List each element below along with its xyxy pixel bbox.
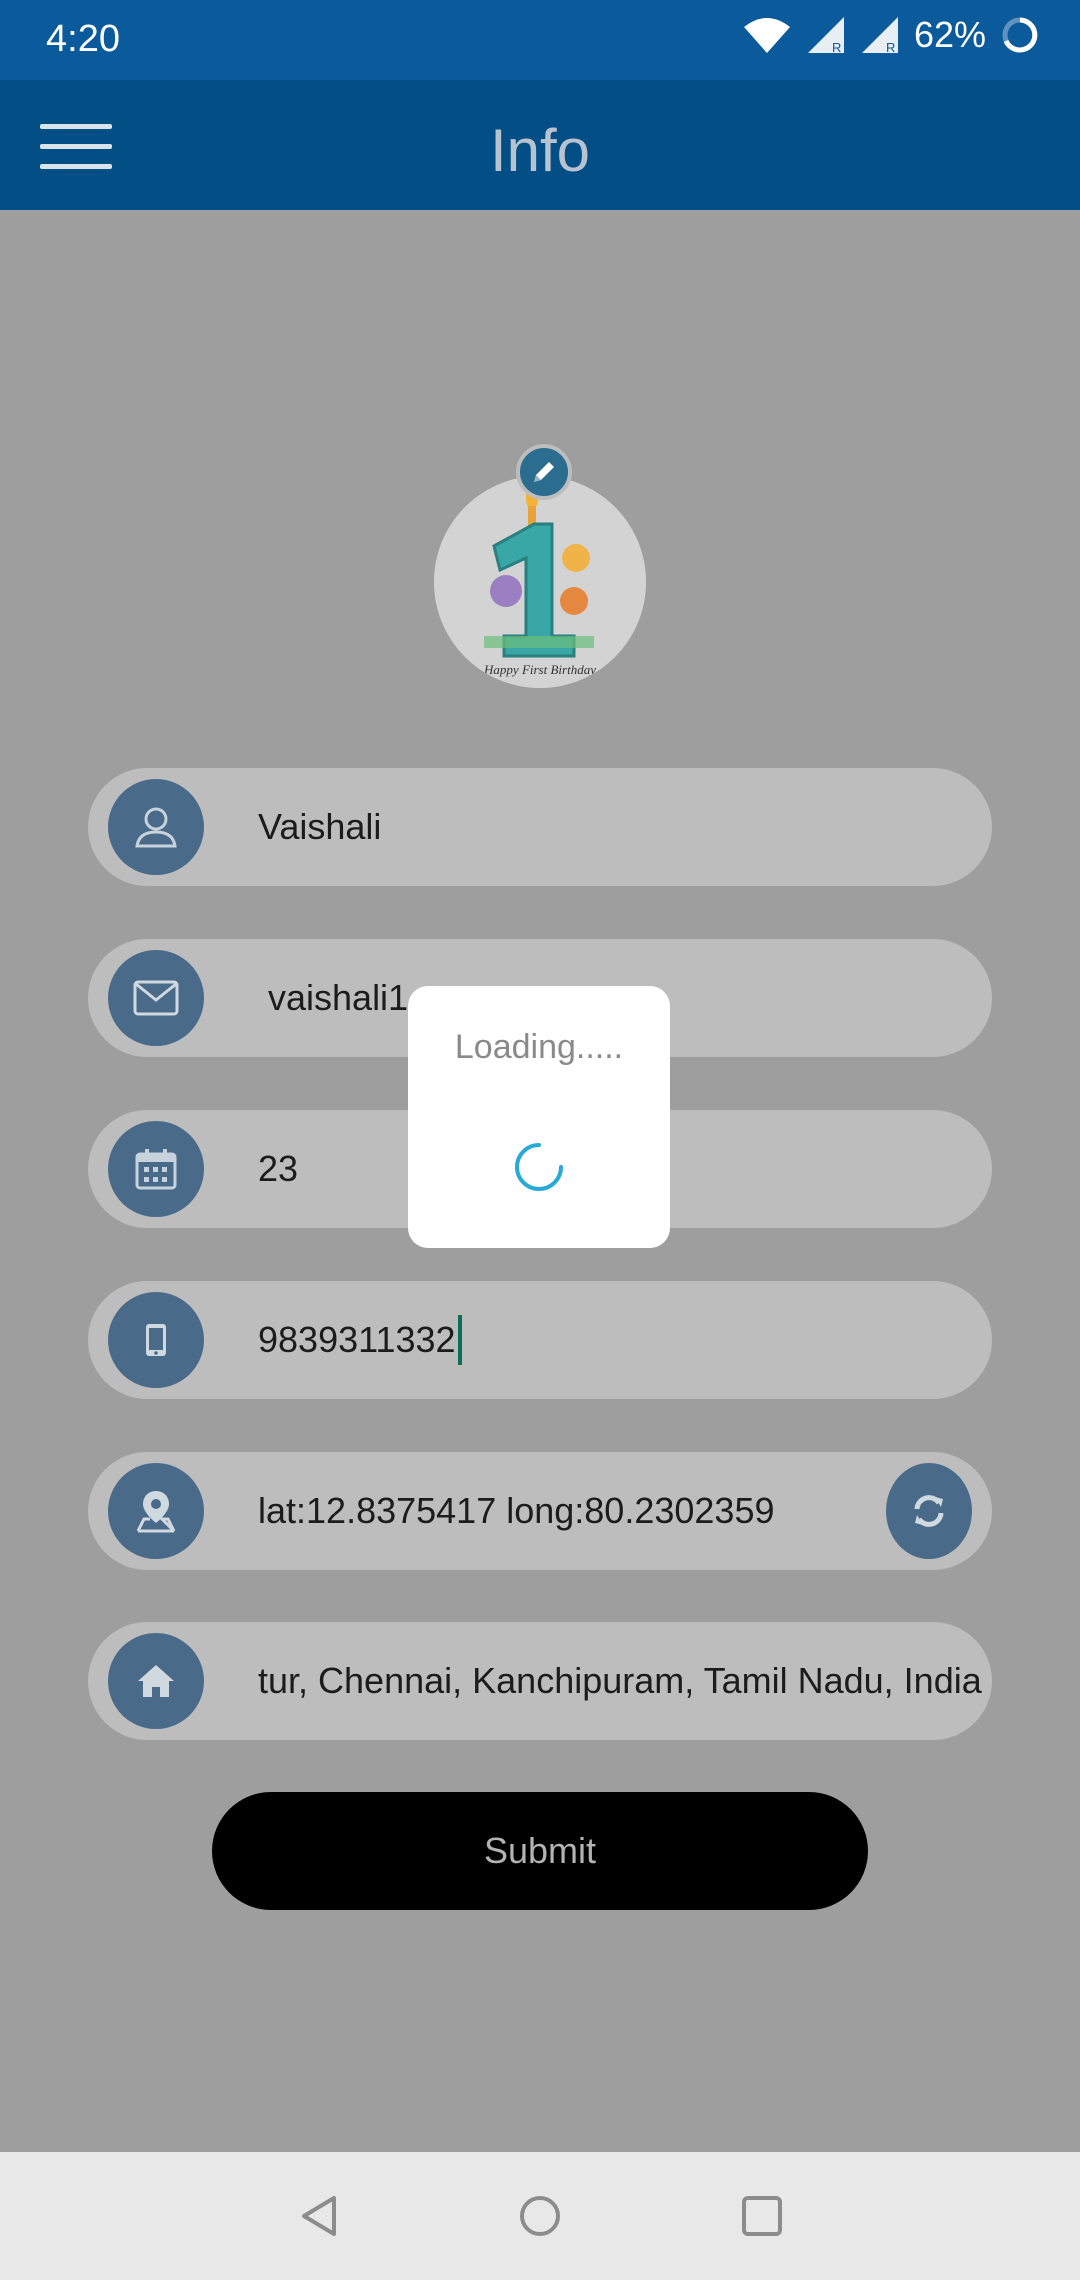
location-field[interactable]: lat:12.8375417 long:80.2302359 [88, 1452, 992, 1570]
loading-text: Loading..... [454, 1028, 624, 1066]
battery-ring-icon [1002, 17, 1038, 53]
name-field[interactable]: Vaishali [88, 768, 992, 886]
home-icon [138, 1665, 174, 1697]
back-triangle-icon[interactable] [296, 2192, 344, 2240]
status-bar: 4:20 R R 62% [0, 0, 1080, 80]
app-bar: Info [0, 80, 1080, 210]
mobile-icon-button [108, 1292, 204, 1388]
map-pin-icon-button [108, 1463, 204, 1559]
name-value: Vaishali [258, 806, 382, 847]
user-icon-button [108, 779, 204, 875]
svg-text:R: R [832, 40, 841, 55]
status-icons: R R 62% [742, 14, 1040, 56]
wifi-icon [743, 18, 790, 53]
calendar-icon [135, 1149, 177, 1190]
loading-dialog: Loading..... [408, 986, 670, 1248]
mobile-icon [146, 1324, 166, 1356]
svg-text:R: R [886, 40, 895, 55]
battery-percentage: 62% [913, 14, 986, 55]
status-time: 4:20 [46, 18, 120, 60]
home-icon-button [108, 1633, 204, 1729]
pencil-icon [534, 462, 554, 482]
calendar-icon-button [108, 1121, 204, 1217]
refresh-location-button[interactable] [886, 1463, 972, 1559]
page-title: Info [489, 117, 591, 184]
system-nav-bar [0, 2152, 1080, 2280]
signal-r-icon: R [861, 17, 898, 55]
loading-spinner-icon [515, 1143, 563, 1191]
map-pin-icon [136, 1491, 176, 1533]
text-caret [457, 1315, 462, 1365]
avatar-caption: Happy First Birthday [483, 662, 596, 677]
refresh-icon [914, 1495, 944, 1527]
phone-field[interactable]: 9839311332 [88, 1281, 992, 1399]
signal-r-icon: R [807, 17, 844, 55]
phone-value: 9839311332 [258, 1319, 456, 1360]
phone-input[interactable]: 9839311332 [258, 1281, 982, 1399]
edit-avatar-button[interactable] [516, 444, 572, 500]
address-field[interactable]: tur, Chennai, Kanchipuram, Tamil Nadu, I… [88, 1622, 992, 1740]
mail-icon-button [108, 950, 204, 1046]
recents-square-icon[interactable] [738, 2192, 786, 2240]
submit-button[interactable]: Submit [212, 1792, 868, 1910]
home-circle-icon[interactable] [516, 2192, 564, 2240]
profile-avatar[interactable]: Happy First Birthday [434, 476, 646, 688]
user-icon [135, 807, 177, 848]
mail-icon [133, 980, 179, 1016]
first-birthday-image: Happy First Birthday [434, 476, 646, 688]
address-value: tur, Chennai, Kanchipuram, Tamil Nadu, I… [258, 1660, 982, 1701]
location-value: lat:12.8375417 long:80.2302359 [258, 1490, 775, 1531]
